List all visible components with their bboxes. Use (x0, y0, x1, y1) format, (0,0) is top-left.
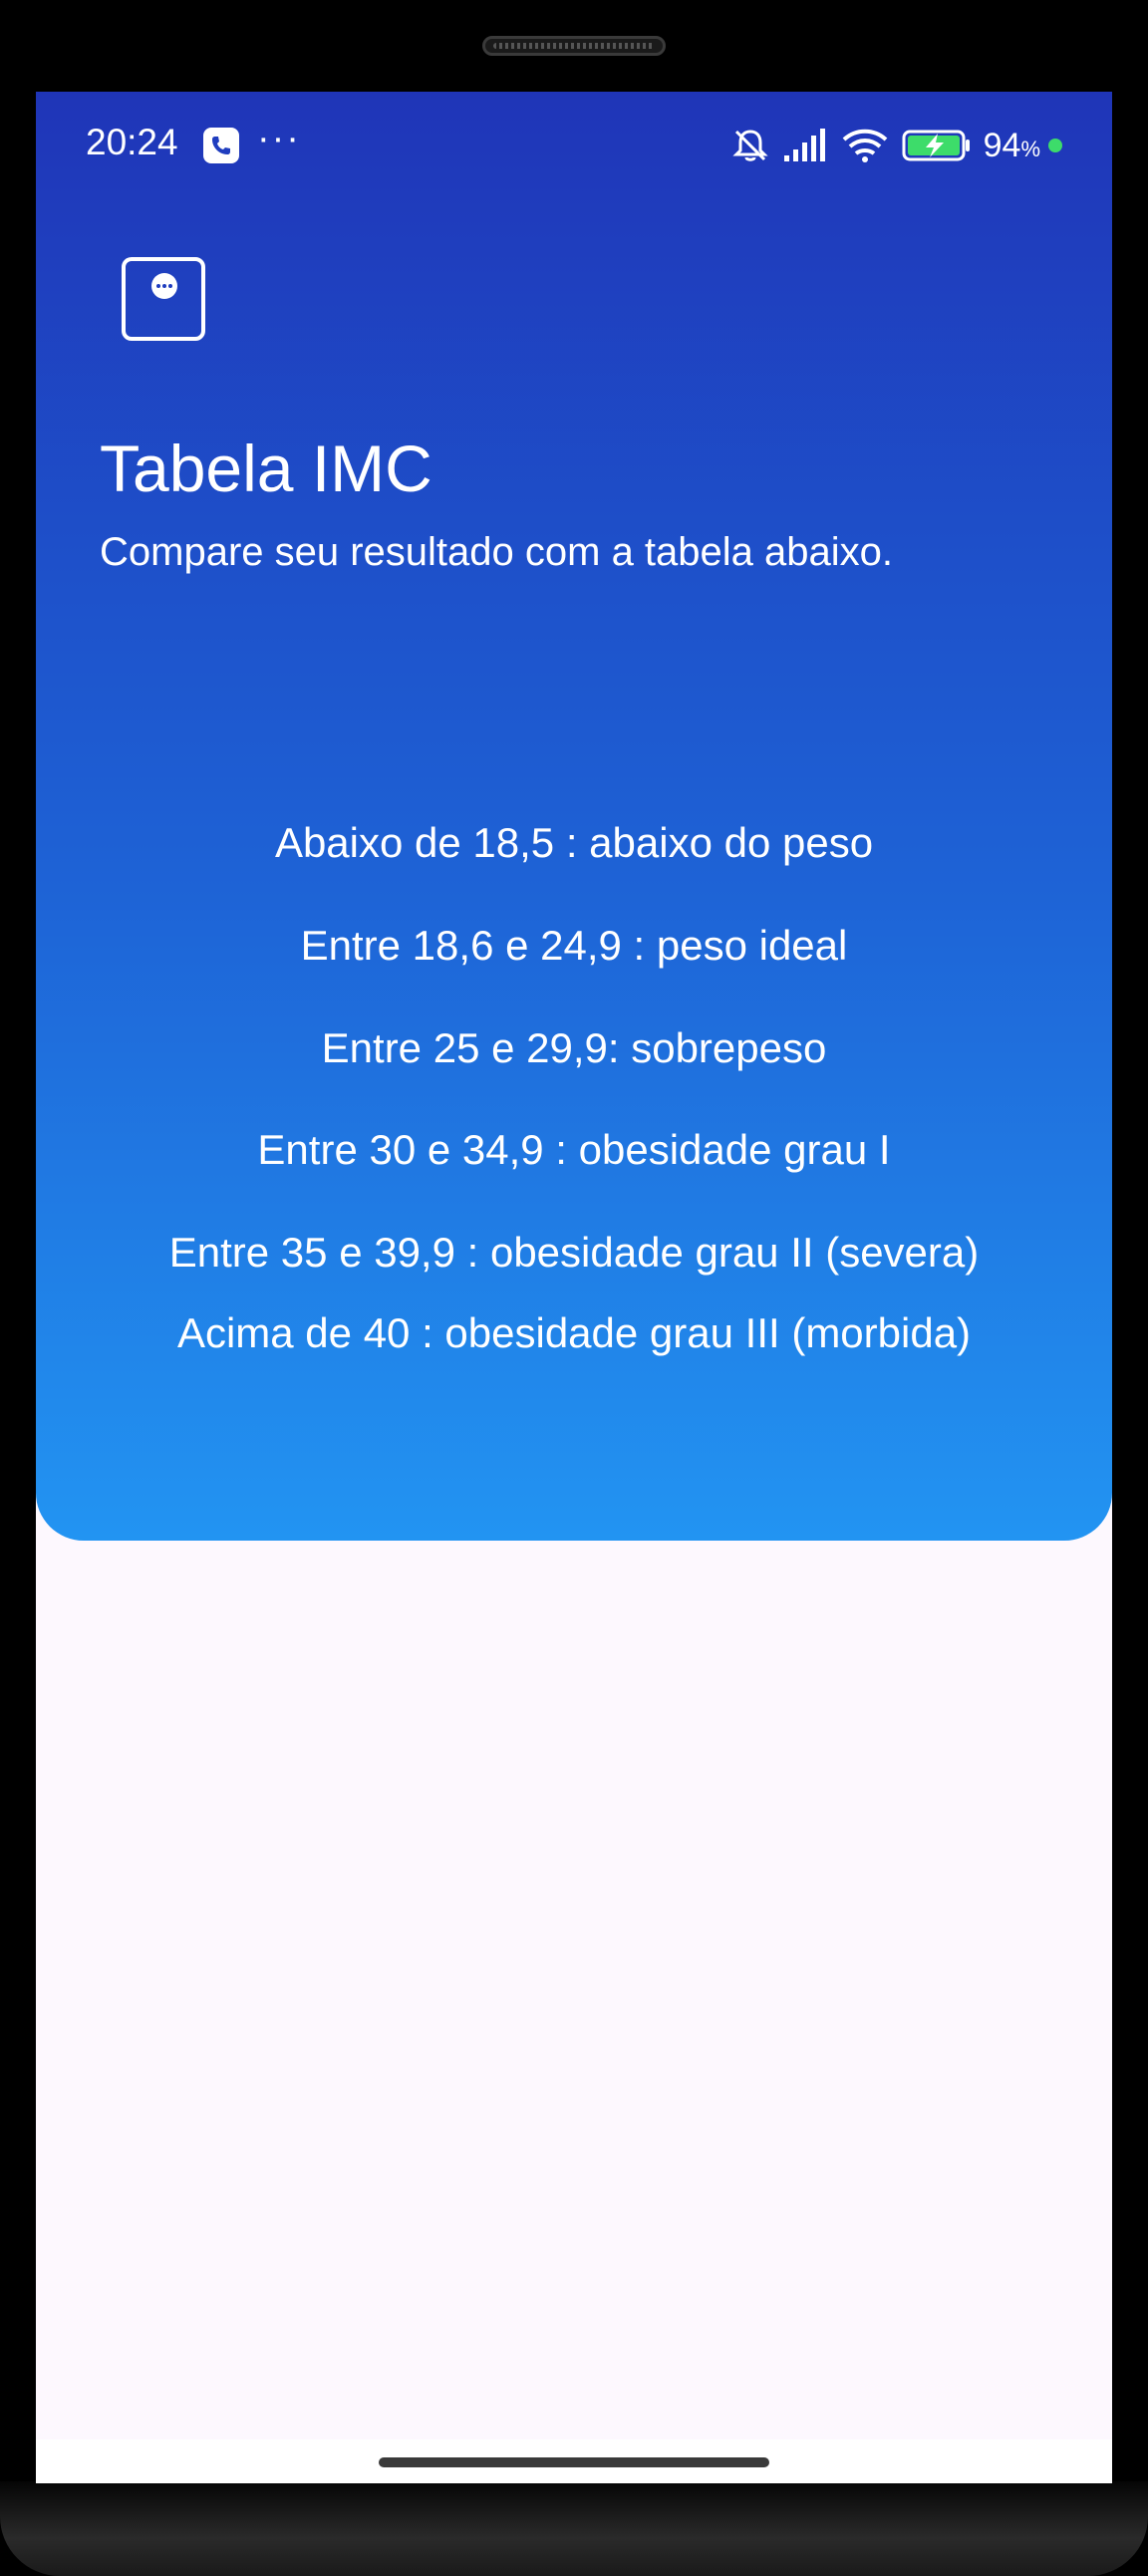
home-indicator[interactable] (379, 2457, 769, 2467)
phone-call-icon (203, 128, 239, 163)
status-time: 20:24 (86, 122, 178, 162)
battery-charging-icon (902, 130, 970, 161)
header-card: 20:24 ··· 94% Tabela IMC Compare seu res… (36, 92, 1112, 1541)
status-more-dots: ··· (257, 118, 301, 159)
page-subtitle: Compare seu resultado com a tabela abaix… (100, 530, 894, 574)
screen: 20:24 ··· 94% Tabela IMC Compare seu res… (36, 92, 1112, 2483)
battery-percent: 94% (983, 126, 1040, 164)
signal-icon (783, 129, 825, 161)
bell-muted-icon (731, 130, 768, 161)
imc-row-sobrepeso: Entre 25 e 29,9: sobrepeso (321, 1024, 827, 1071)
wifi-icon (842, 129, 887, 162)
status-right: 94% (730, 124, 1062, 167)
chat-icon[interactable] (122, 257, 205, 341)
imc-row-obesidade-3: Acima de 40 : obesidade grau III (morbid… (176, 1309, 972, 1356)
imc-row-peso-ideal: Entre 18,6 e 24,9 : peso ideal (300, 922, 848, 969)
page-title: Tabela IMC (100, 431, 432, 505)
imc-row-obesidade-1: Entre 30 e 34,9 : obesidade grau I (257, 1126, 891, 1173)
imc-row-abaixo-peso: Abaixo de 18,5 : abaixo do peso (274, 819, 874, 866)
earpiece-speaker (482, 36, 666, 56)
imc-row-obesidade-2: Entre 35 e 39,9 : obesidade grau II (sev… (168, 1229, 980, 1276)
device-bottom-bezel (0, 2481, 1148, 2576)
device-frame: 20:24 ··· 94% Tabela IMC Compare seu res… (0, 0, 1148, 2576)
status-bar: 20:24 ··· 94% (36, 92, 1112, 201)
privacy-indicator-dot (1048, 139, 1062, 152)
